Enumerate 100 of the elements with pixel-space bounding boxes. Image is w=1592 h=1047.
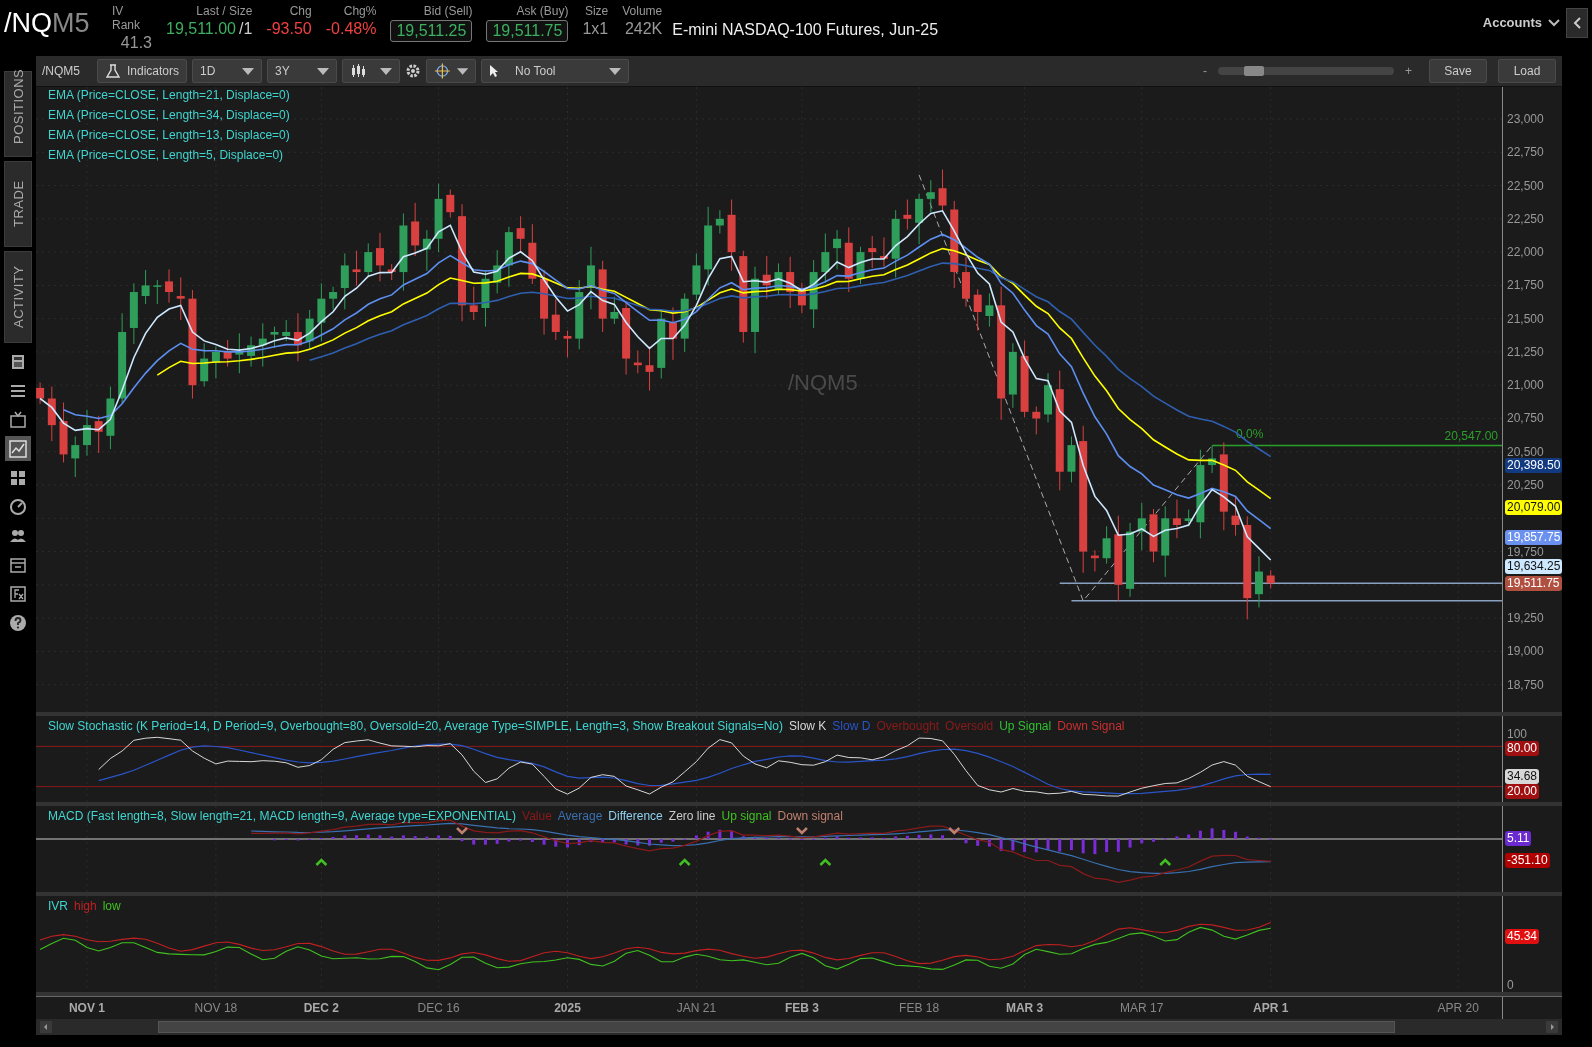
candlestick [551,298,560,341]
axis-label: 21,500 [1507,310,1544,327]
candlestick [71,435,80,478]
save-button[interactable]: Save [1429,59,1487,83]
axis-label: 23,000 [1507,111,1544,127]
field-value: -0.48% [325,20,377,38]
value-badge: 20.00 [1505,784,1540,800]
candlestick [340,252,349,310]
candlestick [786,256,795,309]
candlestick [774,262,783,296]
pointer-icon [489,64,500,78]
field-value: /1 [239,20,253,38]
candlestick [915,193,924,245]
candlestick [493,249,502,294]
field-value: 19,511.00 [166,20,236,38]
candlestick [317,282,326,342]
caret-icon [456,67,469,75]
beaker-icon [105,64,121,78]
caret-icon [242,67,255,75]
candlestick [540,269,549,336]
candlestick [282,319,291,342]
legend-label: Oversold [945,719,994,733]
candlestick [1208,445,1217,474]
date-label: MAR 17 [1119,1001,1165,1015]
accounts-button[interactable]: Accounts [1476,15,1566,30]
tv-icon[interactable] [9,410,27,429]
collapse-button[interactable] [1566,8,1588,38]
candlestick [504,226,513,288]
legend-label: high [74,899,97,913]
date-label: FEB 3 [783,1001,820,1015]
candlestick [715,209,724,234]
chevron-left-icon [1573,17,1581,29]
study-label: EMA (Price=CLOSE, Length=34, Displace=0) [48,108,290,122]
aggregation-dropdown[interactable]: 1D [192,59,263,83]
candlestick [633,350,642,374]
sidebar-tab[interactable]: POSITIONS [4,71,32,157]
horizontal-scrollbar[interactable] [36,1019,1562,1035]
candlestick [528,223,537,285]
scroll-right-icon[interactable] [1546,1021,1558,1033]
candlestick [962,256,970,308]
grid-icon[interactable] [9,468,27,487]
quote-box[interactable]: 19,511.75 [486,20,569,42]
candlestick [610,296,619,325]
field-label: Size [584,4,609,18]
candlestick [821,232,830,284]
range-dropdown[interactable]: 3Y [267,59,338,83]
calendar-icon[interactable] [9,555,27,574]
value-badge: 19,634.25 [1505,559,1563,575]
zoom-in-button[interactable]: + [1399,59,1418,83]
gauge-icon[interactable] [9,497,27,516]
candlestick [1032,406,1041,435]
indicators-button[interactable]: Indicators [97,59,188,83]
candlestick [1149,508,1158,563]
settings-icon[interactable] [405,63,422,79]
chart-icon[interactable] [9,439,27,458]
help-icon[interactable] [9,613,27,632]
quote-box[interactable]: 19,511.25 [390,20,473,42]
candlestick [879,236,888,268]
legend-label: Up signal [721,809,772,823]
down-signal-icon [456,827,468,835]
legend-label: Down signal [777,809,843,823]
scroll-left-icon[interactable] [40,1021,52,1033]
candlestick [1008,342,1017,409]
candlestick [422,229,431,272]
zoom-out-button[interactable]: - [1197,59,1213,83]
candlestick [797,282,806,314]
candlestick [258,322,267,368]
candlestick [669,306,677,361]
chart-style-dropdown[interactable] [342,59,401,83]
field-value: 41.3 [120,34,152,52]
candlestick [809,259,818,329]
drawings-dropdown[interactable] [426,59,477,83]
load-button[interactable]: Load [1498,59,1556,83]
scrollbar-thumb[interactable] [158,1021,1395,1033]
candlestick [106,386,115,450]
zoom-slider[interactable] [1218,67,1394,75]
sidebar-tab[interactable]: ACTIVITY [4,251,32,343]
sidebar-tab[interactable]: TRADE [4,161,32,247]
up-signal-icon [1159,858,1172,866]
chevron-down-icon [1548,18,1560,27]
legend-label: Down Signal [1057,719,1125,733]
candlestick [376,232,384,282]
value-badge: 34.68 [1505,769,1540,785]
axis-label: 18,750 [1507,676,1544,693]
date-label: JAN 21 [675,1001,718,1015]
calculator-icon[interactable] [9,352,27,371]
chart-symbol: /NQM5 [42,64,81,78]
tool-dropdown[interactable]: No Tool [481,59,630,83]
field-label: Volume [622,4,663,18]
axis-label: 100 [1507,725,1528,742]
axis-label: 20,250 [1507,477,1544,493]
legend-label: Average [557,809,603,823]
value-badge: 80.00 [1505,740,1540,756]
candlestick [516,215,525,253]
candlestick [434,183,443,253]
candlestick [270,326,279,349]
candlestick [1067,435,1076,483]
candlestick [153,279,162,305]
value-badge: 19,857.75 [1505,529,1563,545]
fx-icon[interactable] [9,584,27,603]
